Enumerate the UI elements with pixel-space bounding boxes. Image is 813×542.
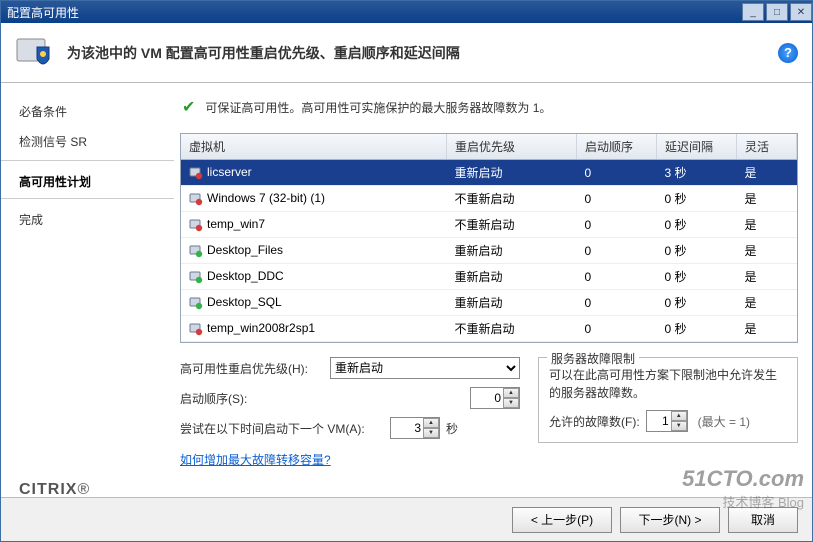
vm-name: licserver [207, 165, 252, 179]
cell-priority: 重新启动 [447, 264, 577, 290]
max-label: (最大 = 1) [698, 413, 750, 430]
vm-name: Desktop_DDC [207, 269, 284, 283]
col-priority[interactable]: 重启优先级 [447, 134, 577, 160]
back-button[interactable]: < 上一步(P) [512, 507, 612, 533]
cell-delay: 3 秒 [657, 160, 737, 186]
order-up[interactable]: ▲ [503, 388, 519, 398]
fieldset-legend: 服务器故障限制 [547, 350, 639, 367]
sidebar-item-ha-plan[interactable]: 高可用性计划 [1, 167, 174, 199]
allow-up[interactable]: ▲ [671, 411, 687, 421]
cell-order: 0 [577, 316, 657, 342]
table-row[interactable]: Desktop_DDC 重新启动00 秒是 [181, 264, 797, 290]
capacity-link[interactable]: 如何增加最大故障转移容量? [180, 453, 331, 467]
status-text: 可保证高可用性。高可用性可实施保护的最大服务器故障数为 1。 [205, 99, 551, 116]
col-delay[interactable]: 延迟间隔 [657, 134, 737, 160]
vm-name: Desktop_Files [207, 243, 283, 257]
cell-order: 0 [577, 238, 657, 264]
titlebar: 配置高可用性 _ □ ✕ [1, 1, 812, 23]
cell-priority: 重新启动 [447, 290, 577, 316]
priority-label: 高可用性重启优先级(H): [180, 360, 330, 377]
col-flex[interactable]: 灵活 [737, 134, 797, 160]
cell-priority: 重新启动 [447, 160, 577, 186]
delay-label: 尝试在以下时间启动下一个 VM(A): [180, 420, 390, 437]
order-down[interactable]: ▼ [503, 398, 519, 408]
priority-select[interactable]: 重新启动尽可能重新启动不重新启动 [330, 357, 520, 379]
shield-icon [15, 33, 55, 73]
order-label: 启动顺序(S): [180, 390, 330, 407]
cell-order: 0 [577, 290, 657, 316]
cell-flex: 是 [737, 316, 797, 342]
delay-unit: 秒 [446, 420, 458, 437]
table-row[interactable]: temp_win2008r2sp1 不重新启动00 秒是 [181, 316, 797, 342]
minimize-button[interactable]: _ [742, 3, 764, 21]
vm-icon [189, 322, 203, 336]
cell-delay: 0 秒 [657, 290, 737, 316]
cell-flex: 是 [737, 290, 797, 316]
close-button[interactable]: ✕ [790, 3, 812, 21]
vm-name: Desktop_SQL [207, 295, 282, 309]
check-icon: ✔ [182, 97, 195, 117]
header-text: 为该池中的 VM 配置高可用性重启优先级、重启顺序和延迟间隔 [67, 43, 778, 63]
allow-label: 允许的故障数(F): [549, 413, 640, 430]
window-title: 配置高可用性 [7, 4, 740, 21]
vm-icon [189, 166, 203, 180]
cell-priority: 重新启动 [447, 238, 577, 264]
cell-flex: 是 [737, 212, 797, 238]
table-row[interactable]: licserver 重新启动03 秒是 [181, 160, 797, 186]
cell-flex: 是 [737, 160, 797, 186]
status-row: ✔ 可保证高可用性。高可用性可实施保护的最大服务器故障数为 1。 [180, 97, 798, 117]
table-row[interactable]: Desktop_Files 重新启动00 秒是 [181, 238, 797, 264]
allow-down[interactable]: ▼ [671, 421, 687, 431]
wizard-sidebar: 必备条件 检测信号 SR 高可用性计划 完成 [1, 83, 174, 497]
delay-up[interactable]: ▲ [423, 418, 439, 428]
vm-name: temp_win2008r2sp1 [207, 321, 315, 335]
table-row[interactable]: Windows 7 (32-bit) (1) 不重新启动00 秒是 [181, 186, 797, 212]
cell-flex: 是 [737, 264, 797, 290]
vm-icon [189, 270, 203, 284]
table-row[interactable]: Desktop_SQL 重新启动00 秒是 [181, 290, 797, 316]
vm-name: temp_win7 [207, 217, 265, 231]
cell-order: 0 [577, 212, 657, 238]
cancel-button[interactable]: 取消 [728, 507, 798, 533]
sidebar-item-finish[interactable]: 完成 [1, 205, 174, 235]
maximize-button[interactable]: □ [766, 3, 788, 21]
cell-order: 0 [577, 186, 657, 212]
cell-delay: 0 秒 [657, 264, 737, 290]
vm-name: Windows 7 (32-bit) (1) [207, 191, 325, 205]
fieldset-desc: 可以在此高可用性方案下限制池中允许发生的服务器故障数。 [549, 366, 787, 402]
cell-flex: 是 [737, 238, 797, 264]
wizard-header: 为该池中的 VM 配置高可用性重启优先级、重启顺序和延迟间隔 ? [1, 23, 812, 83]
cell-order: 0 [577, 264, 657, 290]
vm-table: 虚拟机 重启优先级 启动顺序 延迟间隔 灵活 licserver重新启动03 秒… [180, 133, 798, 343]
wizard-footer: < 上一步(P) 下一步(N) > 取消 [1, 497, 812, 541]
sidebar-item-prereq[interactable]: 必备条件 [1, 97, 174, 127]
vm-icon [189, 244, 203, 258]
vm-icon [189, 218, 203, 232]
cell-delay: 0 秒 [657, 186, 737, 212]
cell-flex: 是 [737, 186, 797, 212]
next-button[interactable]: 下一步(N) > [620, 507, 720, 533]
table-row[interactable]: temp_win7 不重新启动00 秒是 [181, 212, 797, 238]
help-icon[interactable]: ? [778, 43, 798, 63]
cell-order: 0 [577, 160, 657, 186]
cell-priority: 不重新启动 [447, 316, 577, 342]
cell-delay: 0 秒 [657, 212, 737, 238]
cell-priority: 不重新启动 [447, 212, 577, 238]
col-vm[interactable]: 虚拟机 [181, 134, 447, 160]
vm-icon [189, 192, 203, 206]
delay-down[interactable]: ▼ [423, 428, 439, 438]
brand-logo: CITRIX® [19, 481, 90, 499]
col-order[interactable]: 启动顺序 [577, 134, 657, 160]
cell-delay: 0 秒 [657, 316, 737, 342]
cell-delay: 0 秒 [657, 238, 737, 264]
sidebar-item-heartbeat[interactable]: 检测信号 SR [1, 127, 174, 161]
failure-limit-fieldset: 服务器故障限制 可以在此高可用性方案下限制池中允许发生的服务器故障数。 允许的故… [538, 357, 798, 443]
vm-icon [189, 296, 203, 310]
cell-priority: 不重新启动 [447, 186, 577, 212]
